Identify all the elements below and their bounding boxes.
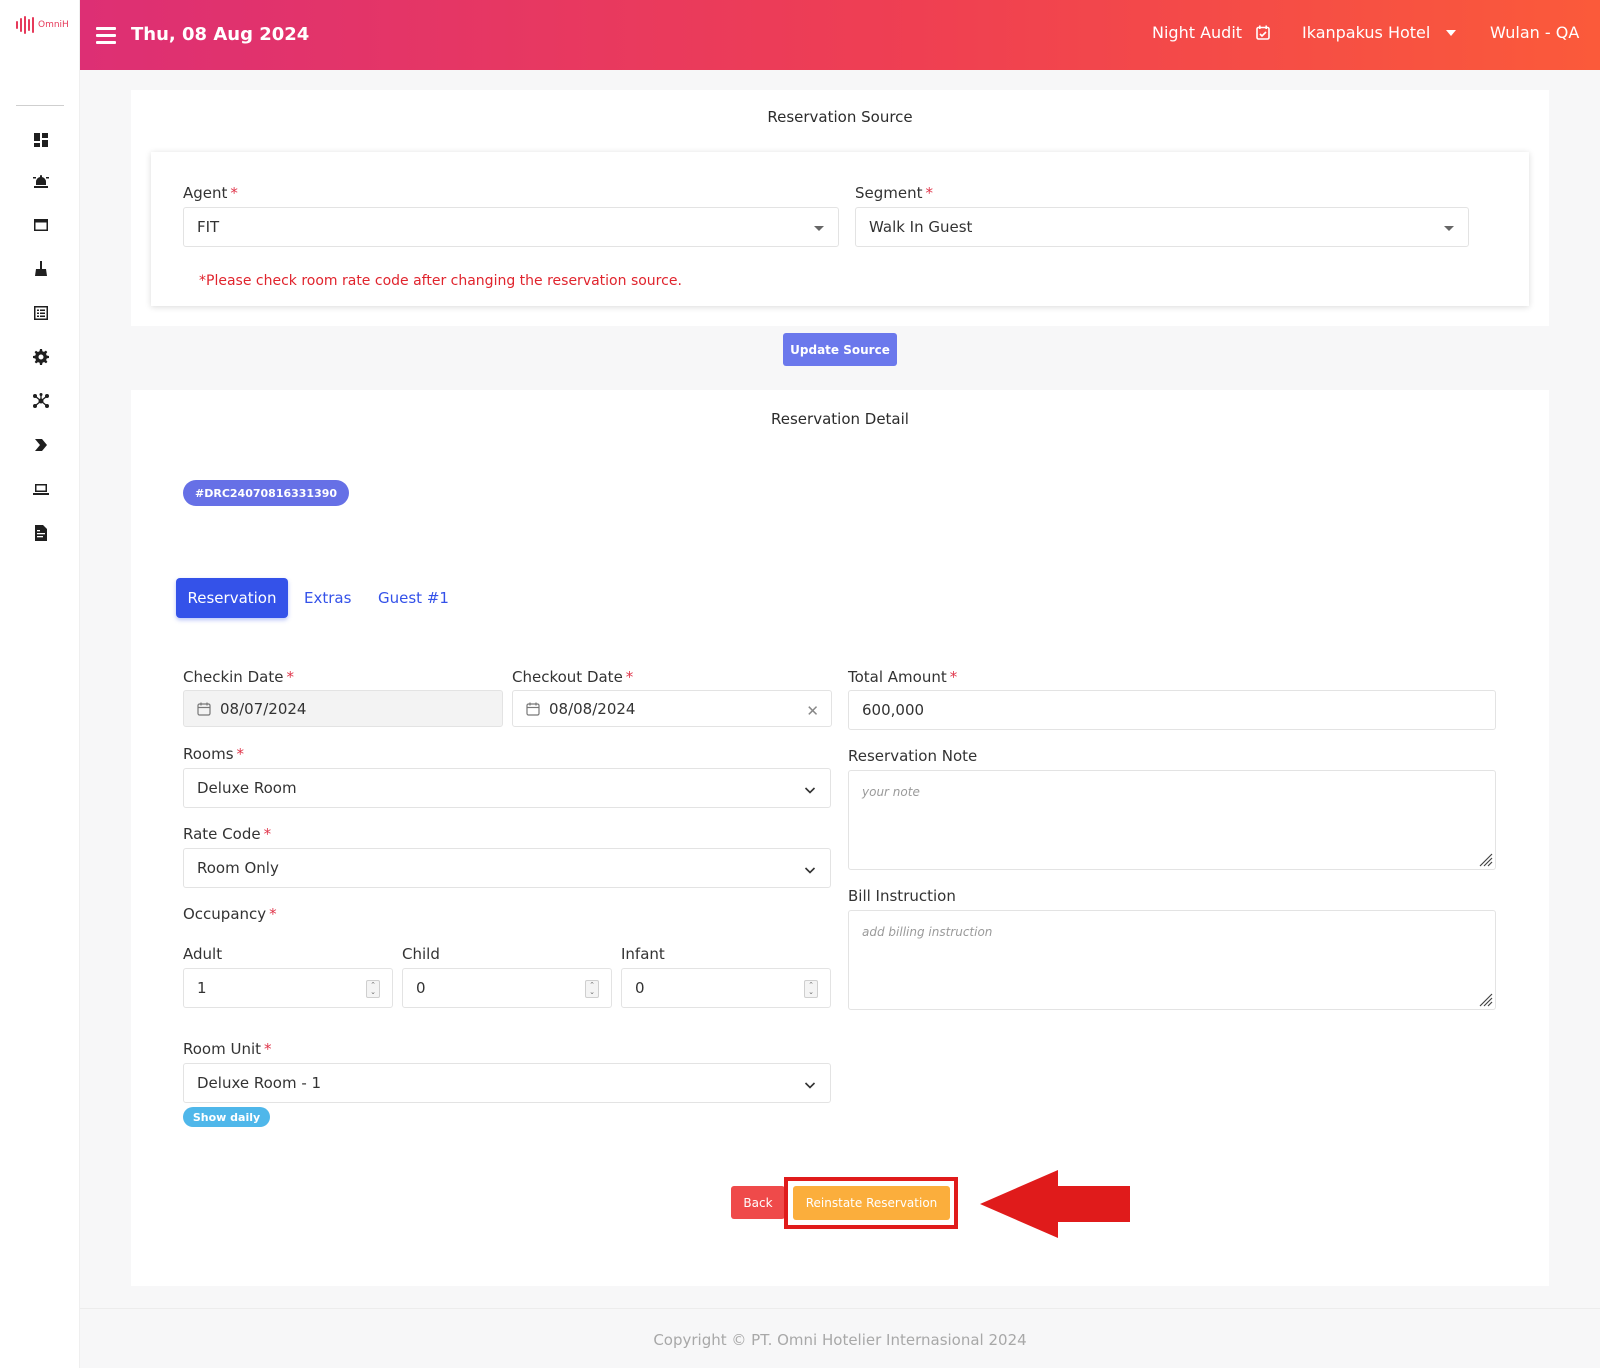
rooms-select[interactable]: Deluxe Room	[183, 768, 831, 808]
dashboard-icon[interactable]	[32, 131, 50, 149]
window-icon[interactable]	[32, 216, 50, 234]
rooms-value: Deluxe Room	[197, 779, 297, 797]
tab-reservation[interactable]: Reservation	[176, 578, 288, 618]
bill-instruction-label: Bill Instruction	[848, 887, 956, 905]
room-unit-select[interactable]: Deluxe Room - 1	[183, 1063, 831, 1103]
logo-text: OmniH	[38, 20, 69, 30]
chevron-down-icon	[804, 782, 816, 794]
reservation-note-placeholder: your note	[862, 785, 920, 799]
reservation-detail-card: Reservation Detail #DRC24070816331390 Re…	[131, 390, 1549, 1286]
chevron-right-icon[interactable]	[32, 436, 50, 454]
header-date: Thu, 08 Aug 2024	[131, 24, 310, 45]
hamburger-menu-icon[interactable]	[96, 27, 116, 44]
reservation-note-textarea[interactable]: your note	[848, 770, 1496, 870]
caret-down-icon	[814, 226, 824, 231]
tab-extras[interactable]: Extras	[304, 578, 351, 618]
stepper-icon[interactable]: ⌃ ⌄	[366, 980, 380, 998]
checkout-date-label: Checkout Date *	[512, 668, 634, 686]
footer: Copyright © PT. Omni Hotelier Internasio…	[80, 1308, 1600, 1368]
agent-label: Agent *	[183, 184, 238, 202]
reservation-source-card: Reservation Source Agent * FIT Segment * W…	[131, 90, 1549, 326]
user-menu[interactable]: Wulan - QA	[1490, 23, 1579, 42]
checkin-date-input: 08/07/2024	[183, 690, 503, 727]
total-amount-label: Total Amount *	[848, 668, 958, 686]
back-button[interactable]: Back	[731, 1186, 785, 1219]
logo-mark-icon	[16, 16, 34, 34]
checkout-date-value: 08/08/2024	[549, 699, 636, 718]
agent-select[interactable]: FIT	[183, 207, 839, 247]
calendar-icon	[526, 702, 540, 716]
file-invoice-icon[interactable]	[32, 524, 50, 542]
segment-value: Walk In Guest	[869, 218, 973, 236]
caret-down-icon	[1444, 226, 1454, 231]
pointer-arrow-icon	[980, 1170, 1130, 1238]
room-unit-value: Deluxe Room - 1	[197, 1074, 322, 1092]
gear-icon[interactable]	[32, 348, 50, 366]
tab-guest-1[interactable]: Guest #1	[378, 578, 449, 618]
source-form-box: Agent * FIT Segment * Walk In Guest *Pleas…	[151, 152, 1529, 306]
adult-label: Adult	[183, 945, 223, 963]
sidebar: OmniH	[0, 0, 80, 1368]
rooms-label: Rooms *	[183, 745, 245, 763]
night-audit-button[interactable]: Night Audit	[1152, 23, 1270, 42]
reservation-detail-title: Reservation Detail	[771, 410, 909, 428]
adult-input[interactable]: 1 ⌃ ⌄	[183, 968, 393, 1008]
stepper-icon[interactable]: ⌃ ⌄	[804, 980, 818, 998]
copyright-text: Copyright © PT. Omni Hotelier Internasio…	[653, 1331, 1027, 1349]
stepper-icon[interactable]: ⌃ ⌄	[585, 980, 599, 998]
child-input[interactable]: 0 ⌃ ⌄	[402, 968, 612, 1008]
sidebar-divider	[16, 105, 64, 106]
source-warning-text: *Please check room rate code after chang…	[199, 273, 682, 289]
network-icon[interactable]	[32, 392, 50, 410]
infant-input[interactable]: 0 ⌃ ⌄	[621, 968, 831, 1008]
laptop-icon[interactable]	[32, 480, 50, 498]
resize-handle-icon[interactable]	[1477, 851, 1493, 867]
checkin-date-label: Checkin Date *	[183, 668, 294, 686]
segment-label: Segment *	[855, 184, 933, 202]
rate-code-select[interactable]: Room Only	[183, 848, 831, 888]
calendar-icon	[197, 702, 211, 716]
hotel-dropdown[interactable]: Ikanpakus Hotel	[1302, 23, 1457, 42]
agent-value: FIT	[197, 218, 220, 236]
update-source-button[interactable]: Update Source	[783, 333, 897, 366]
checkin-date-value: 08/07/2024	[220, 699, 307, 718]
caret-down-icon	[1446, 29, 1457, 36]
segment-select[interactable]: Walk In Guest	[855, 207, 1469, 247]
broom-icon[interactable]	[32, 260, 50, 278]
bill-instruction-placeholder: add billing instruction	[862, 925, 993, 939]
child-label: Child	[402, 945, 440, 963]
infant-label: Infant	[621, 945, 665, 963]
chevron-down-icon	[804, 1077, 816, 1089]
total-amount-input[interactable]: 600,000	[848, 690, 1496, 730]
adult-value: 1	[197, 979, 207, 997]
occupancy-label: Occupancy *	[183, 905, 277, 923]
chevron-down-icon	[804, 862, 816, 874]
rate-code-value: Room Only	[197, 859, 279, 877]
concierge-bell-icon[interactable]	[32, 172, 50, 190]
hotel-name: Ikanpakus Hotel	[1302, 23, 1431, 42]
calendar-check-icon	[1256, 25, 1270, 40]
night-audit-label: Night Audit	[1152, 23, 1243, 42]
show-daily-button[interactable]: Show daily	[183, 1107, 270, 1127]
resize-handle-icon[interactable]	[1477, 991, 1493, 1007]
brand-logo[interactable]: OmniH	[16, 16, 69, 34]
checkout-date-input[interactable]: 08/08/2024 ✕	[512, 690, 832, 727]
infant-value: 0	[635, 979, 645, 997]
reinstate-reservation-button[interactable]: Reinstate Reservation	[793, 1186, 950, 1220]
reservation-note-label: Reservation Note	[848, 747, 978, 765]
room-unit-label: Room Unit *	[183, 1040, 272, 1058]
rate-code-label: Rate Code *	[183, 825, 272, 843]
bill-instruction-textarea[interactable]: add billing instruction	[848, 910, 1496, 1010]
child-value: 0	[416, 979, 426, 997]
reservation-id-badge: #DRC24070816331390	[183, 480, 350, 506]
reservation-source-title: Reservation Source	[767, 108, 913, 126]
list-icon[interactable]	[32, 304, 50, 322]
clear-icon[interactable]: ✕	[806, 702, 819, 720]
total-amount-value: 600,000	[862, 701, 925, 719]
top-header: Thu, 08 Aug 2024 Night Audit Ikanpakus H…	[80, 0, 1600, 70]
